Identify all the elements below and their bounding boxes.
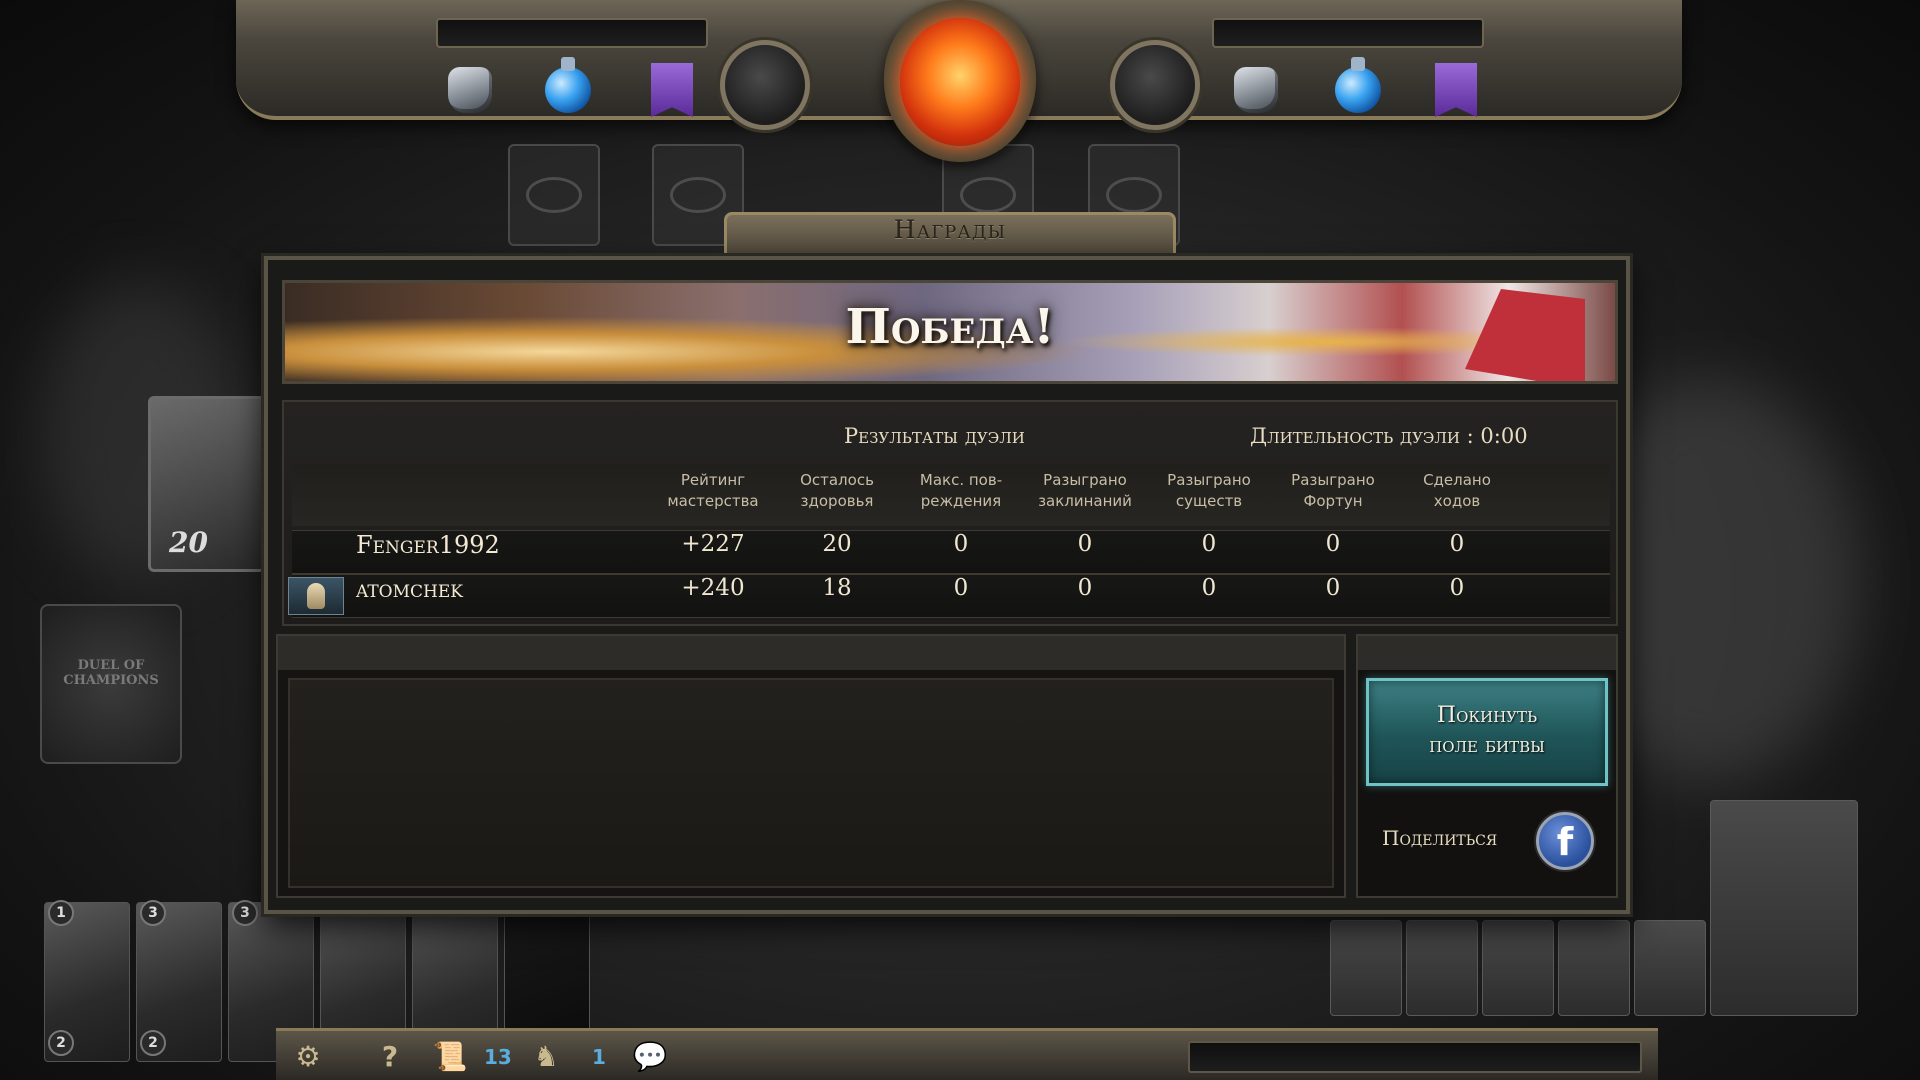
table-cell: 0 bbox=[1201, 531, 1217, 557]
table-cell: +227 bbox=[681, 531, 745, 557]
magic-potion-icon bbox=[538, 57, 598, 120]
table-cell: 0 bbox=[1449, 531, 1465, 557]
table-cell: 0 bbox=[1325, 531, 1341, 557]
scroll-count: 13 bbox=[484, 1045, 512, 1069]
leave-battlefield-button[interactable]: Покинуть поле битвы bbox=[1366, 678, 1608, 786]
column-header: Разыграно заклинаний bbox=[1038, 471, 1132, 510]
scroll-icon[interactable]: 📜 bbox=[430, 1039, 470, 1075]
victory-title: Победа! bbox=[845, 299, 1055, 355]
column-header: Осталось здоровья bbox=[800, 471, 874, 510]
card-cost-badge: 3 bbox=[140, 900, 166, 926]
leave-button-label-line2: поле битвы bbox=[1429, 733, 1545, 758]
rewards-tab-header: Награды bbox=[724, 212, 1176, 260]
table-header-row: Рейтинг мастерства Осталось здоровья Мак… bbox=[292, 464, 1610, 526]
add-friend-icon[interactable] bbox=[288, 577, 344, 615]
bottom-hud: ⚙ ? 📜 13 ♞ 1 💬 bbox=[276, 1028, 1658, 1080]
might-icon bbox=[1226, 60, 1286, 120]
player-name: atomchek bbox=[356, 575, 463, 603]
chat-input-slot[interactable] bbox=[1188, 1041, 1642, 1073]
duel-results-table: Результаты дуэли Длительность дуэли : 0:… bbox=[282, 400, 1618, 626]
destiny-banner-icon bbox=[642, 60, 702, 120]
table-row: atomchek +240 18 0 0 0 0 0 bbox=[288, 574, 1610, 618]
magic-potion-icon bbox=[1328, 57, 1388, 120]
facebook-share-button[interactable]: f bbox=[1536, 812, 1594, 870]
player-name-slot bbox=[436, 18, 708, 48]
rewards-title: Награды bbox=[893, 215, 1007, 244]
opponent-name-slot bbox=[1212, 18, 1484, 48]
opponent-deck-card bbox=[1482, 920, 1554, 1016]
opponent-deck-card bbox=[1558, 920, 1630, 1016]
table-cell: 20 bbox=[822, 531, 852, 557]
card-cost-badge: 3 bbox=[232, 900, 258, 926]
table-cell: 0 bbox=[1201, 575, 1217, 601]
column-header: Рейтинг мастерства bbox=[667, 471, 759, 510]
player-hero-orb bbox=[720, 40, 810, 130]
game-screen: 20 DUEL OF CHAMPIONS 1 3 3 2 2 Награды П… bbox=[0, 0, 1920, 1080]
hero-count: 1 bbox=[592, 1045, 606, 1069]
duel-duration: Длительность дуэли : 0:00 bbox=[1250, 424, 1528, 448]
table-cell: 18 bbox=[822, 575, 852, 601]
table-row: Fenger1992 +227 20 0 0 0 0 0 bbox=[292, 530, 1610, 574]
leave-button-label-line1: Покинуть bbox=[1436, 703, 1538, 728]
destiny-banner-icon bbox=[1426, 60, 1486, 120]
opponent-creature-card[interactable]: 20 bbox=[148, 396, 266, 572]
column-header: Макс. пов-реждения bbox=[919, 471, 1003, 510]
might-icon bbox=[440, 60, 500, 120]
gear-icon[interactable]: ⚙ bbox=[288, 1039, 328, 1075]
table-cell: +240 bbox=[681, 575, 745, 601]
card-attack-badge: 2 bbox=[140, 1030, 166, 1056]
chat-icon[interactable]: 💬 bbox=[630, 1039, 670, 1075]
table-cell: 0 bbox=[1325, 575, 1341, 601]
rewards-content-area bbox=[276, 634, 1346, 898]
deck-logo-text: DUEL OF CHAMPIONS bbox=[63, 658, 159, 688]
opponent-hero-orb bbox=[1110, 40, 1200, 130]
table-cell: 0 bbox=[953, 575, 969, 601]
table-cell: 0 bbox=[1077, 575, 1093, 601]
card-cost-badge: 1 bbox=[48, 900, 74, 926]
hero-icon[interactable]: ♞ bbox=[526, 1039, 566, 1075]
column-header: Разыграно Фортун bbox=[1291, 471, 1375, 510]
table-cell: 0 bbox=[1077, 531, 1093, 557]
deck-pile[interactable]: DUEL OF CHAMPIONS bbox=[40, 604, 182, 764]
card-attack-badge: 2 bbox=[48, 1030, 74, 1056]
help-icon[interactable]: ? bbox=[370, 1039, 410, 1075]
results-heading: Результаты дуэли bbox=[844, 424, 1025, 448]
actions-area: Покинуть поле битвы Поделиться f bbox=[1356, 634, 1618, 898]
opponent-deck-card bbox=[1710, 800, 1858, 1016]
rewards-list[interactable] bbox=[288, 678, 1334, 888]
table-cell: 0 bbox=[953, 531, 969, 557]
board-slot bbox=[508, 144, 600, 246]
victory-banner: Победа! bbox=[282, 280, 1618, 384]
creature-health-value: 20 bbox=[169, 526, 208, 559]
opponent-deck-card bbox=[1330, 920, 1402, 1016]
player-name: Fenger1992 bbox=[356, 531, 500, 559]
turn-sun-orb bbox=[884, 0, 1036, 162]
opponent-deck-card bbox=[1406, 920, 1478, 1016]
share-label: Поделиться bbox=[1382, 826, 1498, 850]
opponent-deck-card bbox=[1634, 920, 1706, 1016]
column-header: Сделано ходов bbox=[1423, 471, 1491, 510]
column-header: Разыграно существ bbox=[1167, 471, 1251, 510]
table-cell: 0 bbox=[1449, 575, 1465, 601]
rewards-panel: Победа! Результаты дуэли Длительность ду… bbox=[264, 256, 1630, 914]
